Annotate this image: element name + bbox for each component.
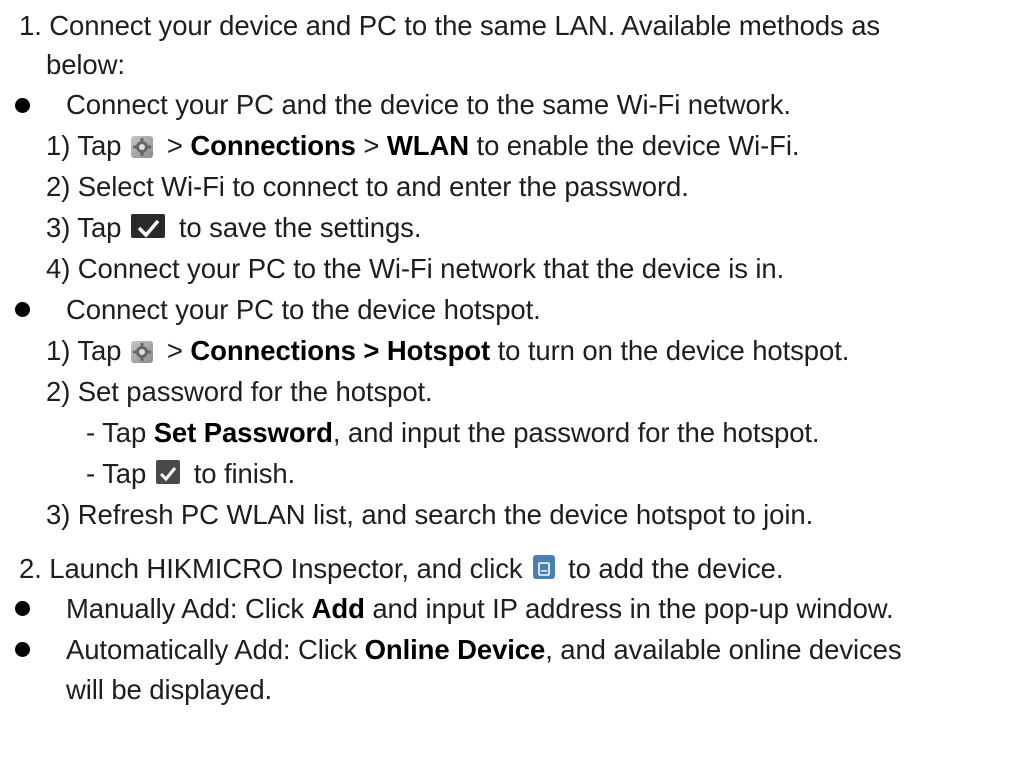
bullet-hotspot-text: Connect your PC to the device hotspot. xyxy=(66,294,541,325)
hotspot-step-1: 1) Tap > Connections > Hotspot to turn o… xyxy=(46,335,850,366)
add-device-icon xyxy=(532,555,555,579)
bullet-dot xyxy=(15,601,30,616)
wifi-step-2: 2) Select Wi-Fi to connect to and enter … xyxy=(46,171,689,202)
bullet-auto-add: Automatically Add: Click Online Device, … xyxy=(66,634,902,665)
checkmark-save-icon xyxy=(131,214,166,238)
checkmark-finish-icon xyxy=(156,460,181,484)
hotspot-step-3: 3) Refresh PC WLAN list, and search the … xyxy=(46,499,814,530)
step-2-heading: 2. Launch HIKMICRO Inspector, and click … xyxy=(19,553,784,584)
hotspot-substep-2: - Tap to finish. xyxy=(86,458,296,489)
wifi-step-4: 4) Connect your PC to the Wi-Fi network … xyxy=(46,253,785,284)
bullet-dot xyxy=(15,642,30,657)
bullet-dot xyxy=(15,98,30,113)
bullet-manual-add: Manually Add: Click Add and input IP add… xyxy=(66,593,894,624)
settings-gear-icon xyxy=(131,341,154,363)
bullet-auto-add-continued: will be displayed. xyxy=(66,674,273,705)
hotspot-substep-1: - Tap Set Password, and input the passwo… xyxy=(86,417,820,448)
wifi-step-1: 1) Tap > Connections > WLAN to enable th… xyxy=(46,130,800,161)
settings-gear-icon xyxy=(131,136,154,158)
hotspot-step-2: 2) Set password for the hotspot. xyxy=(46,376,433,407)
wifi-step-3: 3) Tap to save the settings. xyxy=(46,212,422,243)
bullet-wifi-text: Connect your PC and the device to the sa… xyxy=(66,89,791,120)
step-1-heading: 1. Connect your device and PC to the sam… xyxy=(19,10,881,41)
step-1-heading-continued: below: xyxy=(46,49,125,80)
bullet-dot xyxy=(15,302,30,317)
